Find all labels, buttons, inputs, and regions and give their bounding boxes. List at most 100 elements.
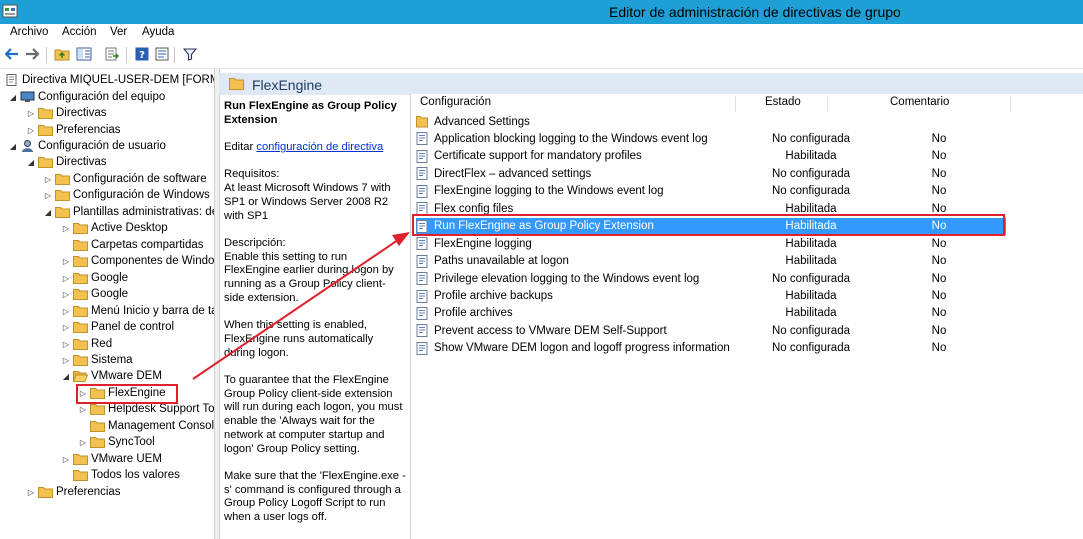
menu-ver[interactable]: Ver (110, 26, 127, 38)
expanded-chevron-icon[interactable]: ◢ (43, 208, 53, 217)
collapsed-chevron-icon[interactable]: ▷ (43, 175, 53, 184)
setting-name: FlexEngine logging to the Windows event … (434, 185, 664, 198)
setting-row[interactable]: Privilege elevation logging to the Windo… (416, 270, 1006, 287)
collapsed-chevron-icon[interactable]: ▷ (61, 224, 71, 233)
tree-item-root[interactable]: Directiva MIQUEL-USER-DEM [FORMAC (4, 72, 215, 88)
folder-icon (73, 339, 88, 350)
collapsed-chevron-icon[interactable]: ▷ (43, 191, 53, 200)
tree-item-mgmt-console[interactable]: Management Consol (90, 418, 214, 434)
menu-ayuda[interactable]: Ayuda (142, 26, 174, 38)
collapsed-chevron-icon[interactable]: ▷ (78, 438, 88, 447)
setting-row[interactable]: FlexEngine logging to the Windows event … (416, 183, 1006, 200)
setting-state: Habilitada (785, 150, 837, 163)
folder-icon (73, 355, 88, 366)
properties-icon[interactable] (154, 46, 170, 62)
tree-label: Componentes de Windo (91, 255, 215, 267)
setting-name: Show VMware DEM logon and logoff progres… (434, 342, 730, 355)
tree-label: Red (91, 338, 113, 350)
setting-row[interactable]: Profile archives Habilitada No (416, 305, 1006, 322)
policy-setting-icon (416, 237, 428, 251)
setting-row[interactable]: Show VMware DEM logon and logoff progres… (416, 340, 1006, 357)
expanded-chevron-icon[interactable]: ◢ (61, 372, 71, 381)
collapsed-chevron-icon[interactable]: ▷ (26, 126, 36, 135)
tree-item-computer-config[interactable]: ◢ Configuración del equipo (8, 89, 165, 105)
up-folder-icon[interactable] (54, 46, 70, 62)
collapsed-chevron-icon[interactable]: ▷ (78, 405, 88, 414)
filter-icon[interactable] (182, 46, 198, 62)
collapsed-chevron-icon[interactable]: ▷ (61, 257, 71, 266)
column-separator[interactable] (1010, 96, 1011, 112)
requirements: Requisitos: At least Microsoft Windows 7 … (224, 168, 406, 223)
computer-icon (20, 91, 35, 102)
expanded-chevron-icon[interactable]: ◢ (26, 158, 36, 167)
collapsed-chevron-icon[interactable]: ▷ (61, 323, 71, 332)
column-header-setting[interactable]: Configuración (420, 96, 491, 112)
tree-item-admin-templates[interactable]: ◢ Plantillas administrativas: de (43, 204, 214, 220)
show-tree-icon[interactable] (76, 46, 92, 62)
forward-arrow-icon[interactable] (24, 46, 40, 62)
tree-item-google-2[interactable]: ▷ Google (61, 286, 128, 302)
collapsed-chevron-icon[interactable]: ▷ (26, 109, 36, 118)
tree-item-directivas-computer[interactable]: ▷ Directivas (26, 105, 106, 121)
edit-policy-link[interactable]: configuración de directiva (256, 141, 383, 153)
tree-item-vmware-dem[interactable]: ◢ VMware DEM (61, 368, 162, 384)
tree-item-software-config[interactable]: ▷ Configuración de software (43, 171, 207, 187)
settings-folder-row[interactable]: Advanced Settings (416, 113, 1006, 130)
tree-item-synctool[interactable]: ▷ SyncTool (78, 434, 155, 450)
toolbar-separator (46, 47, 47, 63)
tree-item-directivas-user[interactable]: ◢ Directivas (26, 154, 106, 170)
collapsed-chevron-icon[interactable]: ▷ (26, 488, 36, 497)
setting-row[interactable]: FlexEngine logging Habilitada No (416, 235, 1006, 252)
column-separator[interactable] (827, 96, 828, 112)
tree-item-all-values[interactable]: Todos los valores (73, 467, 180, 483)
description-para-3: To guarantee that the FlexEngine Group P… (224, 373, 403, 455)
tree-item-start-menu[interactable]: ▷ Menú Inicio y barra de ta (61, 303, 214, 319)
collapsed-chevron-icon[interactable]: ▷ (61, 356, 71, 365)
folder-icon (73, 470, 88, 481)
collapsed-chevron-icon[interactable]: ▷ (61, 307, 71, 316)
setting-row[interactable]: Certificate support for mandatory profil… (416, 148, 1006, 165)
column-separator[interactable] (735, 96, 736, 112)
tree-item-control-panel[interactable]: ▷ Panel de control (61, 319, 174, 335)
tree-item-preferencias-computer[interactable]: ▷ Preferencias (26, 122, 121, 138)
svg-text:?: ? (139, 50, 145, 61)
tree-item-system[interactable]: ▷ Sistema (61, 352, 133, 368)
setting-row[interactable]: Prevent access to VMware DEM Self-Suppor… (416, 322, 1006, 339)
tree-item-user-config[interactable]: ◢ Configuración de usuario (8, 138, 166, 154)
export-list-icon[interactable] (104, 46, 120, 62)
setting-row[interactable]: DirectFlex – advanced settings No configu… (416, 165, 1006, 182)
expanded-chevron-icon[interactable]: ◢ (8, 93, 18, 102)
policy-setting-icon (416, 184, 428, 198)
column-header-state[interactable]: Estado (765, 96, 801, 112)
tree-item-google-1[interactable]: ▷ Google (61, 270, 128, 286)
help-icon[interactable]: ? (134, 46, 150, 62)
back-arrow-icon[interactable] (4, 46, 20, 62)
pane-splitter[interactable] (214, 69, 220, 539)
menu-accion[interactable]: Acción (62, 26, 97, 38)
gpo-editor-app-icon[interactable] (2, 3, 18, 19)
tree-item-network[interactable]: ▷ Red (61, 336, 112, 352)
collapsed-chevron-icon[interactable]: ▷ (61, 455, 71, 464)
setting-state: No configurada (772, 324, 850, 337)
setting-state: No configurada (772, 185, 850, 198)
collapsed-chevron-icon[interactable]: ▷ (61, 340, 71, 349)
tree-item-vmware-uem[interactable]: ▷ VMware UEM (61, 451, 162, 467)
tree-item-windows-components[interactable]: ▷ Componentes de Windo (61, 253, 214, 269)
tree-label: VMware UEM (91, 453, 162, 465)
toolbar-separator (126, 47, 127, 63)
tree-item-windows-config[interactable]: ▷ Configuración de Windows (43, 187, 210, 203)
tree-item-preferencias-user[interactable]: ▷ Preferencias (26, 484, 121, 500)
collapsed-chevron-icon[interactable]: ▷ (61, 274, 71, 283)
navigation-tree[interactable]: Directiva MIQUEL-USER-DEM [FORMAC ◢ Conf… (0, 69, 215, 539)
menu-archivo[interactable]: Archivo (10, 26, 48, 38)
setting-comment: No (931, 185, 947, 198)
setting-row[interactable]: Application blocking logging to the Wind… (416, 130, 1006, 147)
column-header-comment[interactable]: Comentario (890, 96, 949, 112)
tree-item-shared-folders[interactable]: Carpetas compartidas (73, 237, 204, 253)
expanded-chevron-icon[interactable]: ◢ (8, 142, 18, 151)
collapsed-chevron-icon[interactable]: ▷ (61, 290, 71, 299)
tree-label: Directiva MIQUEL-USER-DEM [FORMAC (22, 74, 215, 86)
tree-item-active-desktop[interactable]: ▷ Active Desktop (61, 220, 168, 236)
setting-row[interactable]: Profile archive backups Habilitada No (416, 288, 1006, 305)
setting-row[interactable]: Paths unavailable at logon Habilitada No (416, 253, 1006, 270)
